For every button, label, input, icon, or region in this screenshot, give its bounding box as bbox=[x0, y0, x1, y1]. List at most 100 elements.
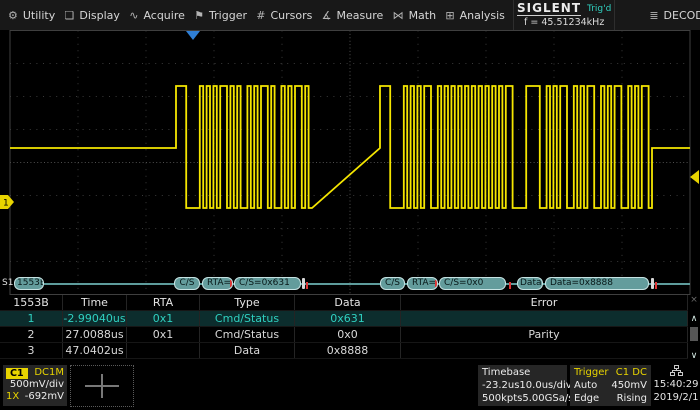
decode-source-label: S1 bbox=[2, 278, 13, 288]
timebase-panel[interactable]: Timebase -23.2us 10.0us/div 500kpts 5.00… bbox=[478, 365, 567, 406]
decode-bus-name-badge: 1553B bbox=[14, 277, 44, 290]
menu-item-label: Cursors bbox=[270, 9, 312, 22]
channel1-coupling: DC1M bbox=[34, 367, 64, 379]
table-cell: Data bbox=[200, 343, 295, 358]
table-row[interactable]: 347.0402us Data0x8888 bbox=[0, 343, 688, 359]
close-icon[interactable]: × bbox=[688, 295, 700, 305]
table-cell: Cmd/Status bbox=[200, 327, 295, 342]
trigger-frequency: f = 45.51234kHz bbox=[517, 17, 611, 28]
menu-item-label: DECODE bbox=[664, 9, 700, 22]
flag-icon: ⚑ bbox=[194, 10, 204, 21]
gear-icon: ⚙ bbox=[8, 10, 18, 21]
network-icon bbox=[670, 365, 683, 377]
menu-bar: ⚙ Utility ❏ Display ∿ Acquire ⚑Trigger # Cursors… bbox=[0, 0, 700, 30]
menu-item-decode[interactable]: ≣ DECODE bbox=[649, 0, 700, 30]
table-cell: 0x8888 bbox=[295, 343, 401, 358]
table-cell: 27.0088us bbox=[63, 327, 127, 342]
menu-item-label: Math bbox=[409, 9, 437, 22]
chart-icon: ⊞ bbox=[445, 10, 454, 21]
wave-icon: ∿ bbox=[129, 10, 138, 21]
scope-display[interactable]: 1 S11553BC/SRTA=0xC/S=0x631C/SRTA=0xC/S=… bbox=[0, 30, 700, 295]
table-cell: 47.0402us bbox=[63, 343, 127, 358]
decode-field-badge: C/S=0x631 bbox=[234, 277, 301, 290]
table-cell: 3 bbox=[0, 343, 63, 358]
monitor-icon: ❏ bbox=[65, 10, 75, 21]
channel1-panel[interactable]: C1 DC1M 500mV/div 1X -692mV bbox=[3, 365, 67, 406]
table-cell bbox=[401, 311, 688, 326]
trigger-title: Trigger bbox=[574, 366, 609, 379]
table-cell: 0x1 bbox=[127, 311, 200, 326]
truncation-marker bbox=[435, 280, 437, 287]
decode-field-badge: RTA=0x bbox=[202, 277, 233, 290]
table-cell: 0x631 bbox=[295, 311, 401, 326]
menu-item-label: Analysis bbox=[460, 9, 505, 22]
table-cell bbox=[127, 343, 200, 358]
table-cell: 0x1 bbox=[127, 327, 200, 342]
column-header: 1553B bbox=[0, 295, 63, 310]
decode-field-badge: Data=0x8888 bbox=[545, 277, 649, 290]
menu-item-label: Utility bbox=[23, 9, 55, 22]
error-marker bbox=[306, 282, 308, 289]
channel1-probe: 1X bbox=[6, 391, 19, 403]
clock-date: 2019/2/1 bbox=[654, 391, 699, 404]
timebase-scale: 10.0us/div bbox=[519, 379, 571, 392]
menu-item-analysis[interactable]: ⊞ Analysis bbox=[445, 9, 505, 22]
table-cell: Parity bbox=[401, 327, 688, 342]
timebase-points: 500kpts bbox=[482, 392, 522, 405]
trigger-status: Trig'd bbox=[587, 4, 611, 14]
decode-field-badge: Data bbox=[517, 277, 543, 290]
oscilloscope-ui: ⚙Utility❏Display∿Acquire⚑Trigger#Cursors… bbox=[0, 0, 700, 410]
trigger-level: 450mV bbox=[611, 379, 647, 392]
math-icon: ⋈ bbox=[393, 10, 404, 21]
brand-block: SIGLENT Trig'd f = 45.51234kHz bbox=[513, 0, 615, 30]
decode-bus-row: S11553BC/SRTA=0xC/S=0x631C/SRTA=0xC/S=0x… bbox=[0, 276, 700, 292]
truncation-marker bbox=[230, 280, 232, 287]
column-header: RTA bbox=[127, 295, 200, 310]
table-row[interactable]: 1-2.99040us0x1Cmd/Status0x631 bbox=[0, 311, 688, 327]
trigger-mode: Auto bbox=[574, 379, 597, 392]
table-cell: 1 bbox=[0, 311, 63, 326]
menu-item-display[interactable]: ❏ Display bbox=[65, 9, 120, 22]
timebase-delay: -23.2us bbox=[482, 379, 519, 392]
menu-items: ⚙ Utility ❏ Display ∿ Acquire ⚑Trigger # Cursors… bbox=[0, 0, 513, 30]
menu-item-math[interactable]: ⋈ Math bbox=[393, 9, 437, 22]
decode-field-badge: C/S bbox=[174, 277, 200, 290]
list-icon: ≣ bbox=[649, 10, 658, 21]
trigger-panel[interactable]: Trigger C1 DC Auto 450mV Edge Rising bbox=[570, 365, 651, 406]
decode-field-badge: C/S bbox=[380, 277, 405, 290]
waveform-canvas: 1 bbox=[0, 30, 700, 295]
plus-icon bbox=[101, 374, 103, 398]
trigger-position-marker bbox=[186, 31, 200, 40]
menu-item-cursors[interactable]: # Cursors bbox=[256, 9, 312, 22]
menu-item-label: Display bbox=[79, 9, 120, 22]
table-header: 1553BTimeRTATypeDataError bbox=[0, 295, 688, 311]
menu-item-trigger[interactable]: ⚑Trigger bbox=[194, 9, 247, 22]
scrollbar-thumb[interactable] bbox=[690, 327, 698, 341]
timebase-title: Timebase bbox=[482, 366, 530, 379]
chevron-up-icon[interactable]: ∧ bbox=[688, 314, 700, 324]
menu-item-label: Acquire bbox=[143, 9, 184, 22]
menu-item-utility[interactable]: ⚙ Utility bbox=[8, 9, 55, 22]
ruler-icon: ∡ bbox=[322, 10, 332, 21]
crosshair-icon: # bbox=[256, 10, 265, 21]
decode-table: 1553BTimeRTATypeDataError 1-2.99040us0x1… bbox=[0, 295, 700, 362]
column-header: Type bbox=[200, 295, 295, 310]
menu-item-measure[interactable]: ∡ Measure bbox=[322, 9, 384, 22]
menu-item-label: Measure bbox=[337, 9, 384, 22]
word-end-marker bbox=[651, 278, 654, 289]
channel1-offset: -692mV bbox=[25, 391, 64, 403]
channel2-empty-slot bbox=[70, 365, 134, 407]
status-bar: C1 DC1M 500mV/div 1X -692mV Timebase -23… bbox=[0, 362, 700, 410]
table-row[interactable]: 227.0088us0x1Cmd/Status0x0Parity bbox=[0, 327, 688, 343]
table-scrollbar[interactable]: × ∧ ∨ bbox=[688, 295, 700, 362]
column-header: Data bbox=[295, 295, 401, 310]
menu-item-acquire[interactable]: ∿ Acquire bbox=[129, 9, 185, 22]
column-header: Time bbox=[63, 295, 127, 310]
chevron-down-icon[interactable]: ∨ bbox=[688, 351, 700, 361]
table-cell: 0x0 bbox=[295, 327, 401, 342]
trigger-level-marker bbox=[690, 170, 699, 184]
trigger-source: C1 DC bbox=[616, 366, 647, 379]
error-marker bbox=[509, 282, 511, 289]
word-end-marker bbox=[302, 278, 305, 289]
table-cell: -2.99040us bbox=[63, 311, 127, 326]
